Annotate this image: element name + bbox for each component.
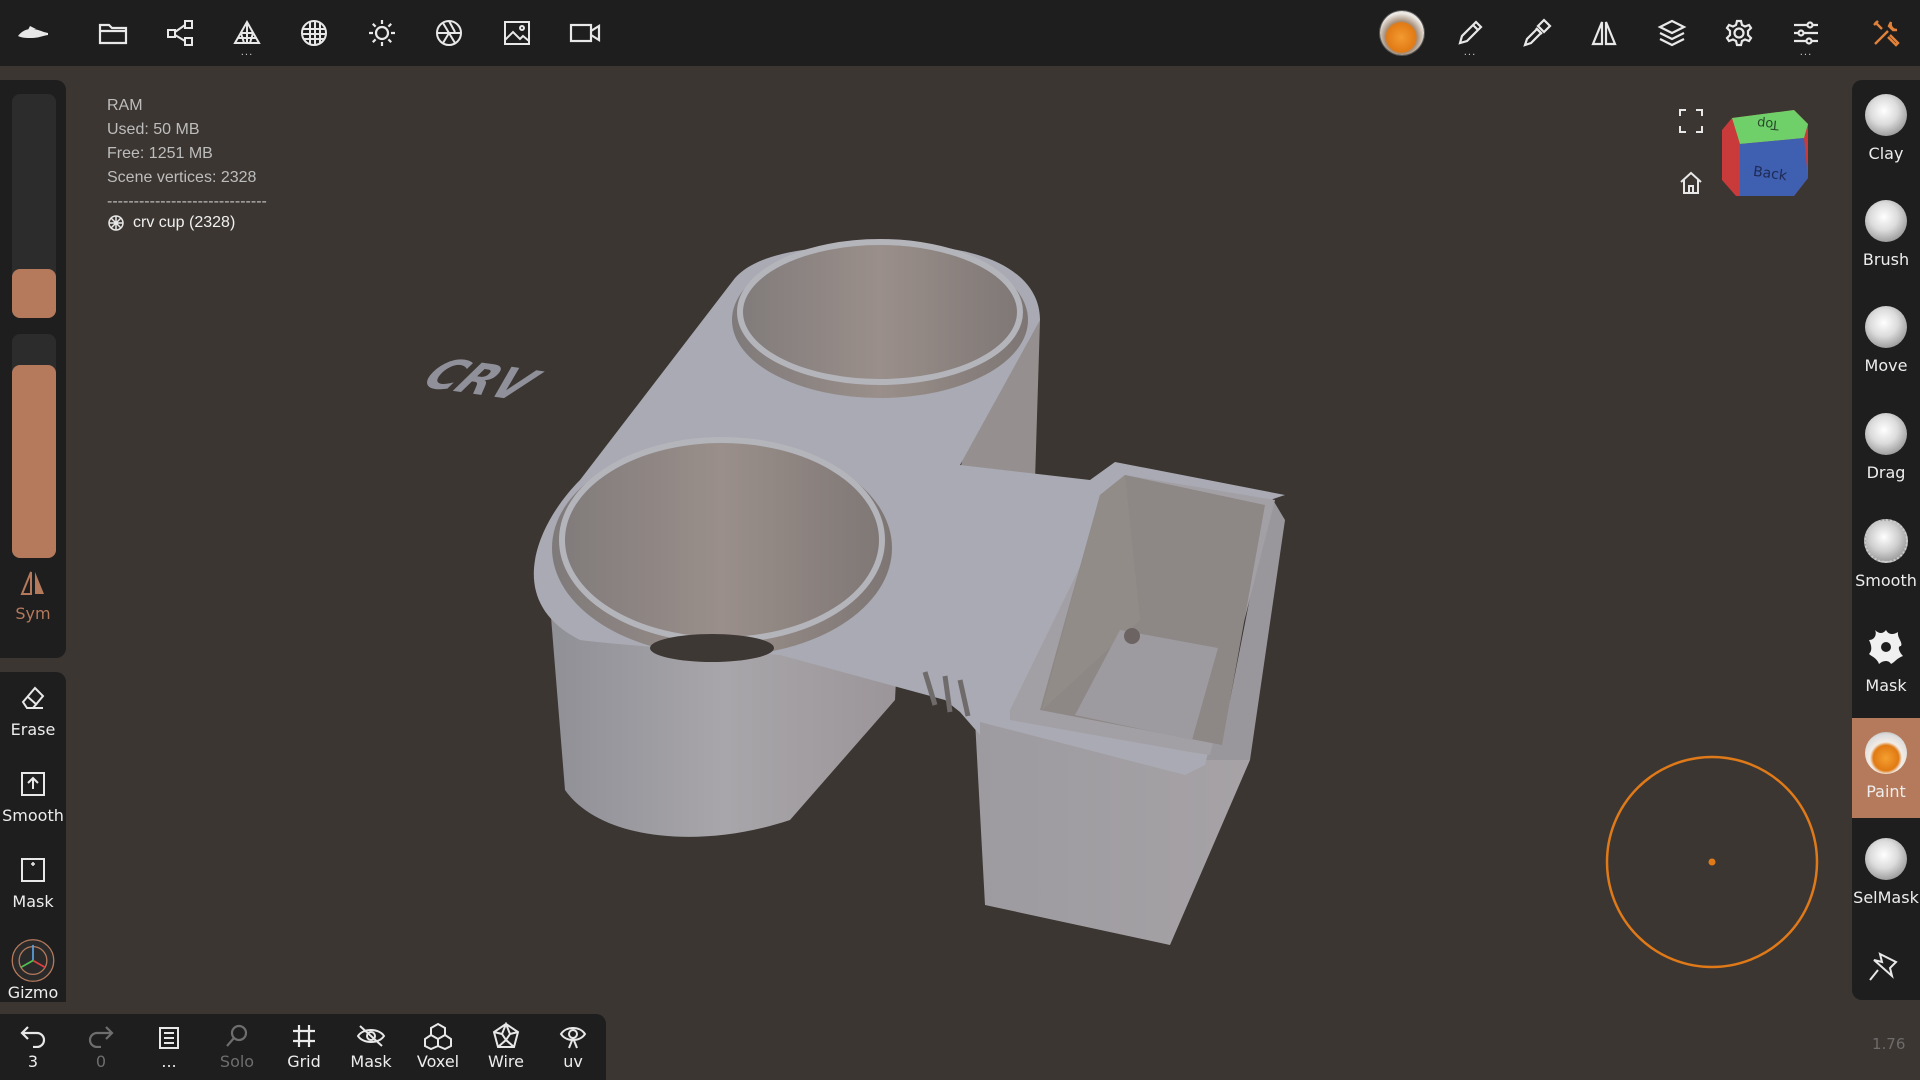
tool-selmask[interactable]: SelMask [1852, 824, 1920, 924]
symmetry-icon [20, 571, 44, 595]
tool-label: Brush [1862, 250, 1910, 269]
mask-icon [21, 858, 45, 882]
left-slider-panel: Sym [0, 80, 66, 658]
list-icon [159, 1027, 179, 1049]
home-icon[interactable] [1678, 170, 1704, 196]
tool-drag[interactable]: Drag [1852, 399, 1920, 499]
mask-splat-icon [1869, 630, 1903, 664]
brush-icon [1865, 200, 1907, 242]
erase-label: Erase [10, 720, 56, 739]
tool-label: SelMask [1853, 888, 1919, 907]
voxel-label: Voxel [416, 1052, 460, 1071]
gizmo-button[interactable]: Gizmo [0, 938, 66, 1002]
left-tool-panel: Erase Smooth Mask Gizmo [0, 672, 66, 1002]
tool-mask[interactable]: Mask [1852, 612, 1920, 712]
smooth-label: Smooth [2, 806, 64, 825]
smooth-sphere-icon [1864, 519, 1908, 563]
redo-icon [88, 1026, 114, 1048]
tool-move[interactable]: Move [1852, 292, 1920, 392]
view-cube[interactable]: Top Back [1718, 104, 1814, 200]
wireframe-icon [492, 1022, 520, 1048]
grid-button[interactable]: Grid [273, 1014, 335, 1080]
grid-label: Grid [287, 1052, 321, 1071]
redo-count: 0 [95, 1052, 107, 1071]
mask-visibility-button[interactable]: Mask [340, 1014, 402, 1080]
scene-vertices: Scene vertices: 2328 [107, 169, 257, 186]
erase-button[interactable]: Erase [0, 684, 66, 764]
search-icon [226, 1024, 248, 1047]
smooth-button[interactable]: Smooth [0, 770, 66, 850]
eraser-icon [21, 686, 45, 709]
mesh-icon [108, 215, 124, 231]
solo-label: Solo [219, 1052, 255, 1071]
object-name: crv cup (2328) [133, 214, 236, 231]
clay-icon [1865, 94, 1907, 136]
intensity-slider-fill [12, 365, 56, 558]
radius-slider-fill [12, 269, 56, 318]
eye-off-icon [356, 1025, 386, 1047]
undo-icon [20, 1026, 46, 1048]
gizmo-label: Gizmo [7, 983, 59, 1002]
tool-label: Clay [1868, 144, 1904, 163]
tool-label: Paint [1866, 782, 1906, 801]
uv-button[interactable]: uv [542, 1014, 604, 1080]
wire-label: Wire [488, 1052, 524, 1071]
gizmo-icon [11, 939, 55, 982]
paint-icon [1865, 732, 1907, 774]
mask-label: Mask [350, 1052, 392, 1071]
ram-used: Used: 50 MB [107, 121, 200, 138]
ram-free: Free: 1251 MB [107, 145, 213, 162]
solo-button[interactable]: Solo [206, 1014, 268, 1080]
object-entry[interactable]: crv cup (2328) [107, 214, 235, 232]
info-separator: ------------------------------ [107, 193, 267, 210]
tool-label: Mask [1865, 676, 1907, 695]
version-label: 1.76 [1872, 1035, 1906, 1053]
tool-smooth[interactable]: Smooth [1852, 505, 1920, 605]
grid-icon [293, 1025, 315, 1047]
tool-clay[interactable]: Clay [1852, 80, 1920, 180]
uv-eye-icon [559, 1027, 587, 1049]
undo-button[interactable]: 3 [2, 1014, 64, 1080]
ram-label: RAM [107, 97, 143, 114]
pin-icon[interactable] [1866, 950, 1902, 984]
scene-info: RAM Used: 50 MB Free: 1251 MB Scene vert… [107, 94, 267, 214]
sym-toggle[interactable]: Sym [0, 570, 66, 623]
model-text: CRV [412, 350, 550, 411]
redo-button[interactable]: 0 [70, 1014, 132, 1080]
bottom-toolbar: 3 0 ... Solo Grid Mask Voxel Wire uv [0, 1014, 606, 1080]
voxel-icon [424, 1022, 452, 1050]
tool-label: Drag [1866, 463, 1906, 482]
tool-label: Move [1864, 356, 1908, 375]
selmask-icon [1865, 838, 1907, 880]
frame-view-icon[interactable] [1678, 108, 1704, 134]
uv-label: uv [563, 1052, 583, 1071]
smooth-icon [21, 772, 45, 796]
tool-label: Smooth [1855, 571, 1917, 590]
move-icon [1865, 306, 1907, 348]
sym-label: Sym [15, 604, 51, 623]
tool-brush[interactable]: Brush [1852, 186, 1920, 286]
more-label: ... [161, 1052, 177, 1071]
voxel-button[interactable]: Voxel [407, 1014, 469, 1080]
undo-count: 3 [27, 1052, 39, 1071]
wire-button[interactable]: Wire [475, 1014, 537, 1080]
tool-paint[interactable]: Paint [1852, 718, 1920, 818]
mask-button[interactable]: Mask [0, 856, 66, 936]
view-cube-top-label: Top [1756, 115, 1780, 132]
brush-radius-ring [1605, 755, 1819, 969]
drag-icon [1865, 413, 1907, 455]
layers-more-button[interactable]: ... [138, 1014, 200, 1080]
mask-label: Mask [12, 892, 54, 911]
